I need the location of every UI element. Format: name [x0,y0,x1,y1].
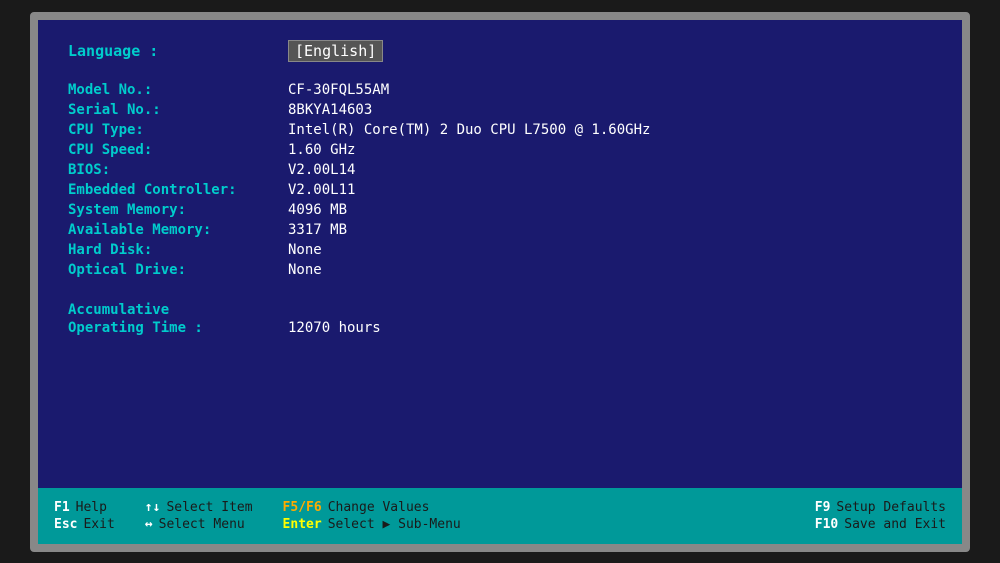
esc-exit: Esc Exit [54,517,115,532]
bios-label: BIOS: [68,162,288,178]
bottom-bar: F1 Help Esc Exit ↑↓ Select Item ↔ Select… [38,488,962,544]
model-no-value: CF-30FQL55AM [288,82,389,98]
serial-no-label: Serial No.: [68,102,288,118]
accumulative-title: Accumulative [68,302,932,318]
leftright-select-menu: ↔ Select Menu [145,517,253,532]
enter-key: Enter [283,517,322,532]
cpu-type-row: CPU Type: Intel(R) Core(TM) 2 Duo CPU L7… [68,122,932,138]
bios-row: BIOS: V2.00L14 [68,162,932,178]
optical-drive-row: Optical Drive: None [68,262,932,278]
hard-disk-row: Hard Disk: None [68,242,932,258]
language-label: Language : [68,42,288,60]
bottom-change-values: F5/F6 Change Values Enter Select ▶ Sub-M… [283,500,815,532]
language-row: Language : [English] [68,40,932,62]
updown-select-item: ↑↓ Select Item [145,500,253,515]
operating-time-value: 12070 hours [288,320,381,336]
f10-desc: Save and Exit [844,517,946,532]
bios-main-content: Language : [English] Model No.: CF-30FQL… [68,40,932,478]
system-memory-row: System Memory: 4096 MB [68,202,932,218]
hard-disk-value: None [288,242,322,258]
embedded-controller-value: V2.00L11 [288,182,355,198]
updown-desc: Select Item [166,500,252,515]
bottom-f1-esc: F1 Help Esc Exit [54,500,115,532]
f5f6-change-values: F5/F6 Change Values [283,500,815,515]
language-value: [English] [288,40,383,62]
monitor-frame: Language : [English] Model No.: CF-30FQL… [30,12,970,552]
f1-key: F1 [54,500,70,515]
hard-disk-label: Hard Disk: [68,242,288,258]
f9-key: F9 [815,500,831,515]
cpu-speed-row: CPU Speed: 1.60 GHz [68,142,932,158]
f10-key: F10 [815,517,838,532]
accumulative-section: Accumulative Operating Time : 12070 hour… [68,302,932,336]
leftright-desc: Select Menu [159,517,245,532]
f9-desc: Setup Defaults [836,500,946,515]
updown-key: ↑↓ [145,500,161,515]
cpu-speed-label: CPU Speed: [68,142,288,158]
f1-desc: Help [76,500,107,515]
enter-desc: Select ▶ Sub-Menu [328,517,461,532]
system-memory-value: 4096 MB [288,202,347,218]
available-memory-label: Available Memory: [68,222,288,238]
available-memory-row: Available Memory: 3317 MB [68,222,932,238]
f10-save-exit: F10 Save and Exit [815,517,946,532]
available-memory-value: 3317 MB [288,222,347,238]
cpu-type-label: CPU Type: [68,122,288,138]
leftright-key: ↔ [145,517,153,532]
f9-setup-defaults: F9 Setup Defaults [815,500,946,515]
operating-time-label: Operating Time : [68,320,288,336]
info-table: Model No.: CF-30FQL55AM Serial No.: 8BKY… [68,82,932,278]
f1-help: F1 Help [54,500,115,515]
f5f6-desc: Change Values [328,500,430,515]
operating-time-row: Operating Time : 12070 hours [68,320,932,336]
bios-value: V2.00L14 [288,162,355,178]
model-no-label: Model No.: [68,82,288,98]
embedded-controller-label: Embedded Controller: [68,182,288,198]
bottom-nav-keys: ↑↓ Select Item ↔ Select Menu [145,500,253,532]
optical-drive-label: Optical Drive: [68,262,288,278]
optical-drive-value: None [288,262,322,278]
system-memory-label: System Memory: [68,202,288,218]
embedded-controller-row: Embedded Controller: V2.00L11 [68,182,932,198]
enter-select: Enter Select ▶ Sub-Menu [283,517,815,532]
esc-key: Esc [54,517,77,532]
cpu-type-value: Intel(R) Core(TM) 2 Duo CPU L7500 @ 1.60… [288,122,650,138]
f5f6-key: F5/F6 [283,500,322,515]
bottom-setup-save: F9 Setup Defaults F10 Save and Exit [815,500,946,532]
cpu-speed-value: 1.60 GHz [288,142,355,158]
bios-screen: Language : [English] Model No.: CF-30FQL… [38,20,962,488]
esc-desc: Exit [83,517,114,532]
serial-no-row: Serial No.: 8BKYA14603 [68,102,932,118]
model-no-row: Model No.: CF-30FQL55AM [68,82,932,98]
serial-no-value: 8BKYA14603 [288,102,372,118]
